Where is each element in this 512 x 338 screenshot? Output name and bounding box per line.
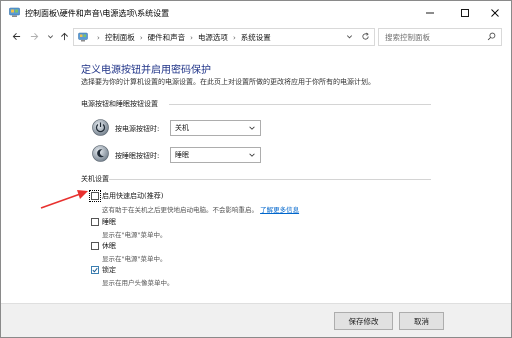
fast-startup-desc-text: 这有助于在关机之后更快地启动电脑。不会影响重启。 [102,206,258,214]
sleep-button-action-value: 睡眠 [175,151,189,159]
back-button[interactable] [9,29,23,43]
main-content: 定义电源按钮并启用密码保护 选择要为你的计算机设置的电源设置。在此页上对设置所做… [1,47,511,297]
sleep-button-action-select[interactable]: 睡眠 [170,147,261,163]
sleep-button-icon [92,145,109,162]
hibernate-label[interactable]: 休眠 [102,241,116,251]
fast-startup-description: 这有助于在关机之后更快地启动电脑。不会影响重启。 了解更多信息 [102,204,299,214]
up-button[interactable] [57,29,71,43]
chevron-down-icon [47,34,53,38]
cancel-button[interactable]: 取消 [399,312,444,330]
save-changes-button[interactable]: 保存修改 [334,312,393,330]
breadcrumb: › 控制面板 › 硬件和声音 › 电源选项 › 系统设置 [92,32,271,43]
control-panel-icon [78,32,88,42]
power-button-icon [92,119,109,136]
breadcrumb-power-options[interactable]: 电源选项 [198,32,228,43]
breadcrumb-hardware-sound[interactable]: 硬件和声音 [148,32,186,43]
power-button-action-value: 关机 [175,124,189,132]
breadcrumb-separator-icon: › [232,33,236,42]
fast-startup-checkbox[interactable] [89,190,101,202]
window-title: 控制面板\硬件和声音\电源选项\系统设置 [25,9,170,18]
search-placeholder: 搜索控制面板 [385,33,430,42]
minimize-button[interactable] [414,1,446,25]
chevron-down-icon [249,153,255,157]
breadcrumb-system-settings[interactable]: 系统设置 [241,32,271,43]
fast-startup-label[interactable]: 启用快速启动(推荐) [102,191,163,201]
hibernate-description: 显示在"电源"菜单中。 [102,255,167,263]
title-bar: 控制面板\硬件和声音\电源选项\系统设置 [1,1,511,25]
page-description: 选择要为你的计算机设置的电源设置。在此页上对设置所做的更改将应用于你所有的电源计… [81,78,375,86]
learn-more-link[interactable]: 了解更多信息 [260,206,299,214]
page-title: 定义电源按钮并启用密码保护 [81,65,211,76]
control-panel-window: 控制面板\硬件和声音\电源选项\系统设置 › 控制面板 › 硬件和声音 › 电源… [0,0,512,338]
breadcrumb-separator-icon: › [97,33,100,42]
close-button[interactable] [479,1,511,25]
navigation-bar: › 控制面板 › 硬件和声音 › 电源选项 › 系统设置 搜索控制面板 [1,25,511,47]
power-button-label: 按电源按钮时: [115,125,160,133]
shutdown-section-title: 关机设置 [81,175,109,183]
chevron-down-icon [249,126,255,130]
breadcrumb-separator-icon: › [139,33,143,42]
maximize-button[interactable] [449,1,481,25]
lock-description: 显示在用户头像菜单中。 [102,279,174,287]
refresh-icon[interactable] [361,32,370,41]
sleep-label[interactable]: 睡眠 [102,217,116,227]
checkmark-icon [92,267,98,273]
lock-label[interactable]: 锁定 [102,265,116,275]
recent-locations-button[interactable] [43,29,57,43]
sleep-checkbox[interactable] [91,218,99,226]
section-divider [109,179,431,180]
power-buttons-section-title: 电源按钮和睡眠按钮设置 [81,100,158,108]
up-arrow-icon [60,32,68,40]
lock-checkbox[interactable] [91,266,99,274]
hibernate-checkbox[interactable] [91,242,99,250]
address-bar[interactable]: › 控制面板 › 硬件和声音 › 电源选项 › 系统设置 [73,28,375,46]
sleep-button-label: 按睡眠按钮时: [115,152,160,160]
forward-button[interactable] [27,29,41,43]
search-icon[interactable] [487,32,496,41]
section-divider [169,104,431,105]
back-arrow-icon [12,32,20,40]
breadcrumb-control-panel[interactable]: 控制面板 [105,32,135,43]
close-icon [491,9,499,17]
minimize-icon [426,12,434,14]
control-panel-icon [9,7,20,17]
sleep-description: 显示在"电源"菜单中。 [102,231,167,239]
maximize-icon [461,9,469,17]
forward-arrow-icon [30,32,38,40]
annotation-arrow-icon [40,190,88,209]
breadcrumb-separator-icon: › [190,33,193,42]
address-dropdown-icon[interactable] [345,32,354,41]
footer-bar: 保存修改 取消 [1,303,511,337]
power-button-action-select[interactable]: 关机 [170,120,261,136]
search-box[interactable]: 搜索控制面板 [378,28,502,46]
